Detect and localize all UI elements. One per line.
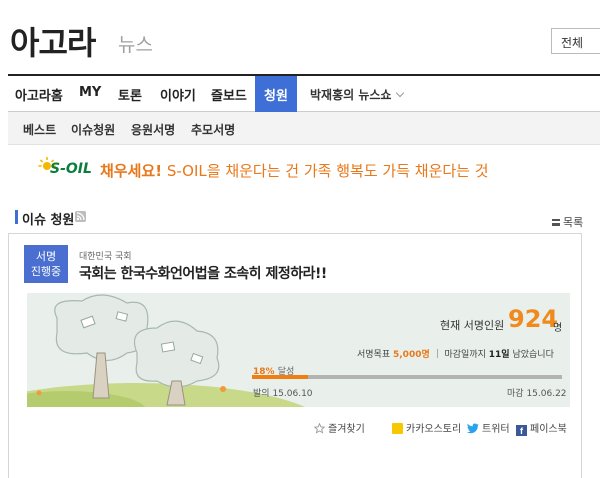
start-label: 발의 (253, 389, 270, 399)
current-signers-label: 현재 서명인원 (440, 319, 505, 332)
star-icon (314, 423, 325, 434)
sub-nav-best[interactable]: 베스트 (23, 121, 56, 138)
nav-item-petition[interactable]: 청원 (255, 76, 297, 112)
banner-headline: 채우세요! (100, 162, 163, 180)
section-title: 이슈 청원 (22, 213, 75, 228)
nav-item-story[interactable]: 이야기 (160, 76, 196, 112)
s-oil-logo: S-OIL (50, 161, 92, 177)
facebook-icon: f (516, 425, 527, 436)
deadline-text: 마감일까지 11일 남았습니다 (445, 350, 554, 360)
favorite-label: 즐겨찾기 (328, 424, 365, 435)
petition-title[interactable]: 국회는 한국수화언어법을 조속히 제정하라!! (79, 263, 327, 283)
twitter-label: 트위터 (482, 424, 510, 435)
kakao-story-share[interactable]: 카카오스토리 (392, 420, 461, 435)
banner-body: S-OIL을 채운다는 건 가족 행복도 가득 채운다는 것 (166, 162, 489, 180)
sub-nav: 베스트 이슈청원 응원서명 추모서명 (8, 112, 600, 145)
signature-goal-row: 서명목표 5,000명 마감일까지 11일 남았습니다 (357, 347, 554, 360)
end-label: 마감 (507, 389, 524, 399)
badge-line-1: 서명 (35, 250, 57, 263)
facebook-label: 페이스북 (530, 424, 567, 435)
chevron-down-icon (396, 88, 405, 98)
rss-icon[interactable] (75, 211, 86, 222)
petition-stats-box: 현재 서명인원 924 명 서명목표 5,000명 마감일까지 11일 남았습니… (27, 293, 570, 407)
petition-card: 서명 진행중 대한민국 국회 국회는 한국수화언어법을 조속히 제정하라!! 현… (8, 233, 582, 478)
twitter-share[interactable]: 트위터 (467, 420, 510, 435)
nav-item-debate[interactable]: 토론 (118, 76, 142, 112)
current-signers-unit: 명 (553, 323, 563, 334)
nav-item-my[interactable]: MY (79, 76, 101, 112)
deadline-prefix: 마감일까지 (444, 350, 486, 360)
goal-label: 서명목표 (357, 350, 391, 360)
deadline-suffix: 남았습니다 (512, 350, 554, 360)
progress-bar (252, 375, 562, 379)
main-nav: 아고라홈 MY 토론 이야기 즐보드 청원 박재홍의 뉴스쇼 (8, 74, 600, 112)
facebook-share[interactable]: f 페이스북 (516, 420, 567, 436)
end-date-value: 15.06.22 (526, 389, 567, 399)
nav-item-board[interactable]: 즐보드 (211, 76, 247, 112)
section-title-marker (15, 210, 18, 224)
user-news-menu-label: 박재홍의 뉴스쇼 (310, 88, 392, 102)
search-scope-select[interactable]: 전체 (551, 28, 600, 54)
progress-bar-fill (252, 375, 308, 379)
list-icon (552, 219, 560, 226)
deadline-days: 11일 (488, 350, 510, 360)
current-signers-count: 924 (508, 305, 559, 333)
user-news-menu[interactable]: 박재홍의 뉴스쇼 (310, 76, 405, 112)
goal-value: 5,000명 (393, 350, 430, 360)
list-button[interactable]: 목록 (552, 214, 583, 230)
end-date: 마감 15.06.22 (507, 386, 567, 399)
start-date: 발의 15.06.10 (253, 386, 313, 399)
banner-text: 채우세요! S-OIL을 채운다는 건 가족 행복도 가득 채운다는 것 (100, 160, 489, 181)
kakao-story-label: 카카오스토리 (406, 424, 462, 435)
badge-line-2: 진행중 (30, 265, 62, 278)
nav-item-agora-home[interactable]: 아고라홈 (15, 76, 63, 112)
favorite-button[interactable]: 즐겨찾기 (314, 420, 365, 435)
site-logo[interactable]: 아고라 (10, 18, 96, 64)
start-date-value: 15.06.10 (272, 389, 313, 399)
twitter-icon (467, 423, 479, 434)
petition-category[interactable]: 대한민국 국회 (79, 249, 132, 262)
section-logo-news[interactable]: 뉴스 (118, 30, 153, 57)
kakao-story-icon (392, 423, 403, 434)
sub-nav-issue-petition[interactable]: 이슈청원 (71, 121, 115, 138)
status-badge: 서명 진행중 (24, 245, 68, 283)
list-button-label: 목록 (563, 216, 584, 229)
sub-nav-memorial-signature[interactable]: 추모서명 (191, 121, 235, 138)
sub-nav-support-signature[interactable]: 응원서명 (131, 121, 175, 138)
divider (436, 349, 438, 358)
